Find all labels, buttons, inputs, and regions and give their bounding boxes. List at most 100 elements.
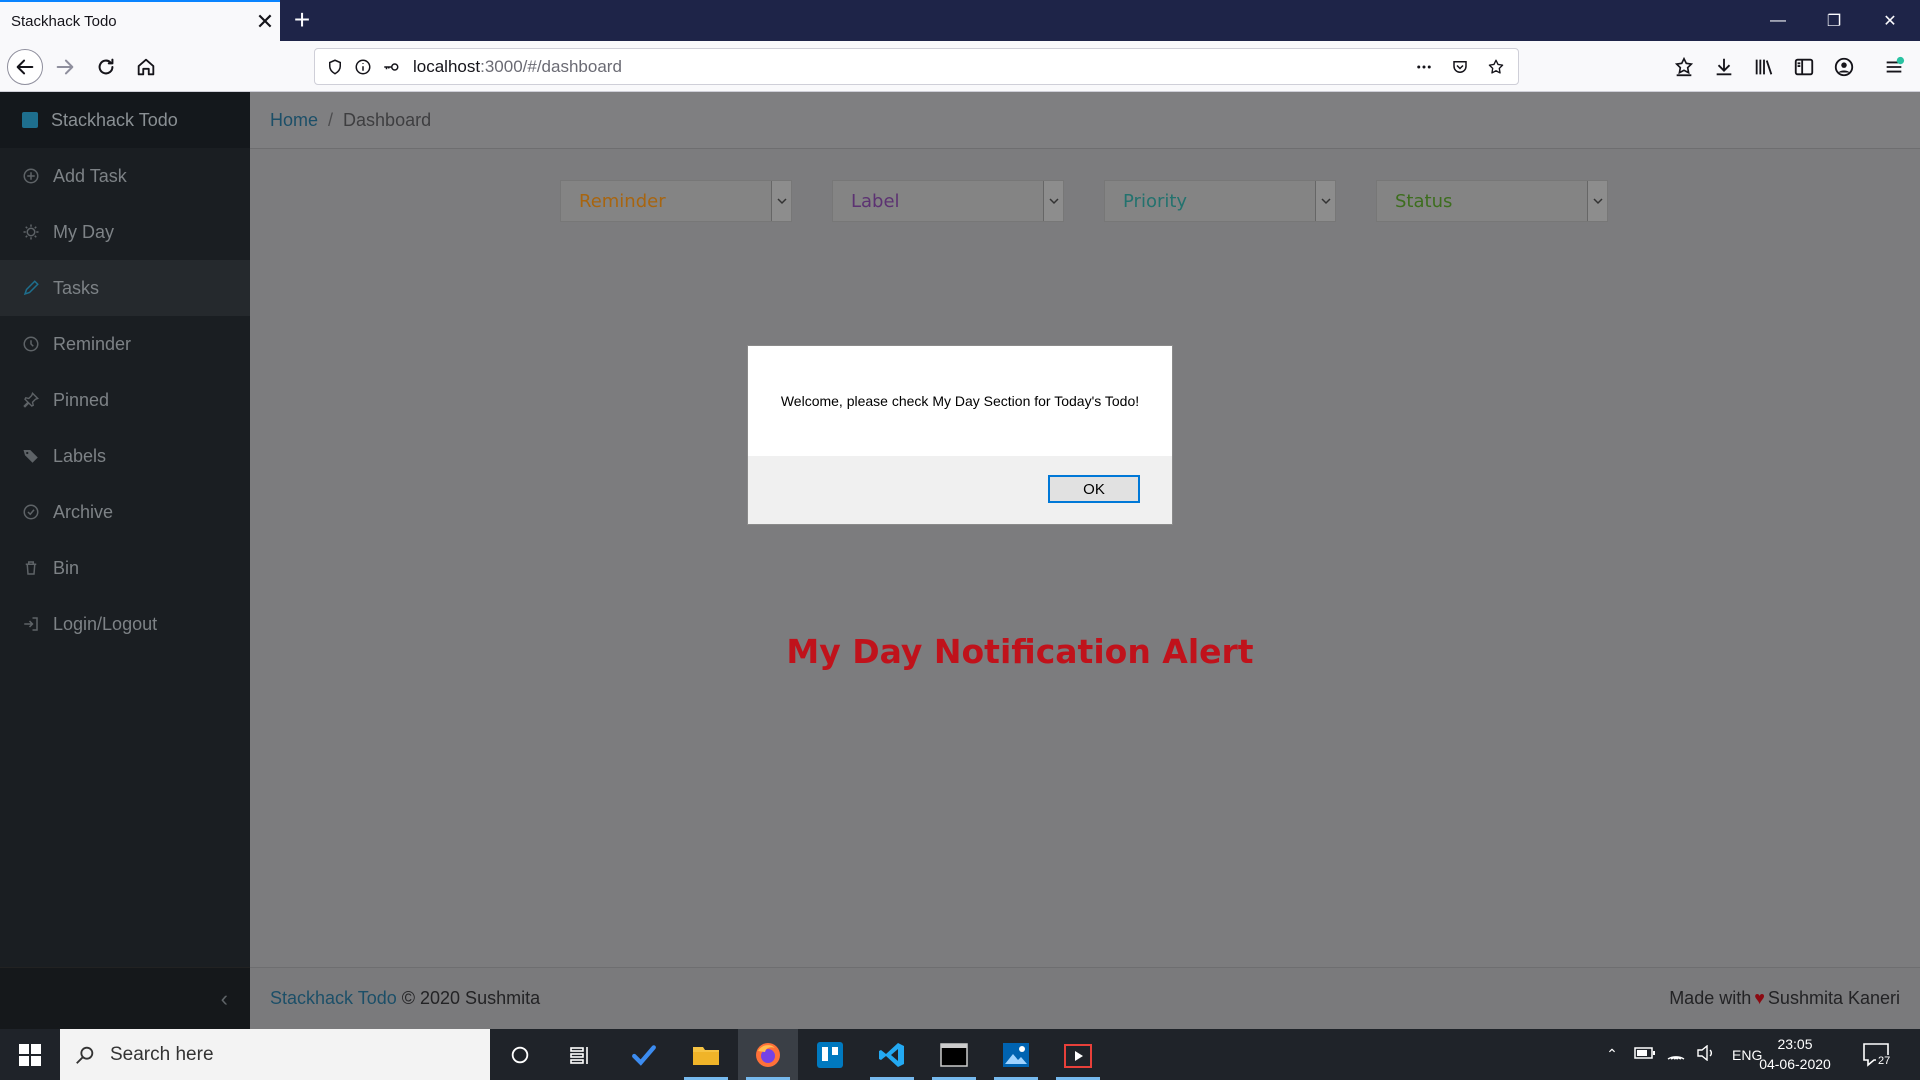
wifi-icon[interactable] (1666, 1045, 1686, 1064)
arrow-right-icon (56, 59, 74, 75)
browser-navbar: localhost:3000/#/dashboard (0, 41, 1920, 92)
todo-app-button[interactable] (614, 1029, 674, 1080)
back-button[interactable] (7, 49, 43, 85)
sidebar-item-label: Login/Logout (53, 613, 158, 634)
sidebar-toggle-icon[interactable] (1790, 53, 1818, 81)
downloads-icon[interactable] (1710, 53, 1738, 81)
sidebar-item-label: Bin (53, 557, 80, 578)
info-icon[interactable] (349, 48, 377, 85)
clock-time: 23:05 (1777, 1036, 1813, 1052)
system-tray: ⌃ ENG (1600, 1029, 1762, 1080)
url-text[interactable]: localhost:3000/#/dashboard (413, 57, 1406, 77)
task-view-button[interactable] (550, 1029, 610, 1080)
filter-value: Priority (1123, 190, 1188, 212)
footer-credit: Made with ♥ Sushmita Kaneri (1669, 988, 1900, 1009)
folder-icon (693, 1046, 719, 1065)
more-actions-icon[interactable] (1406, 48, 1442, 85)
key-icon[interactable] (377, 48, 405, 85)
priority-filter-select[interactable]: Priority (1104, 180, 1336, 222)
url-bar[interactable]: localhost:3000/#/dashboard (314, 48, 1519, 85)
tags-icon (22, 447, 40, 465)
main-content: Home / Dashboard Reminder Label Priority… (250, 92, 1920, 1029)
search-placeholder: Search here (110, 1043, 214, 1065)
footer: Stackhack Todo © 2020 Sushmita Made with… (250, 967, 1920, 1029)
reminder-filter-select[interactable]: Reminder (560, 180, 792, 222)
taskbar-search-box[interactable]: Search here (60, 1029, 490, 1080)
brand-name: Stackhack Todo (51, 109, 178, 130)
sidebar-item-label: Archive (53, 501, 114, 522)
sidebar-item-tasks[interactable]: Tasks (0, 260, 250, 316)
app-root: Stackhack Todo Add Task My Day Tasks Rem… (0, 92, 1920, 1029)
sidebar-item-labels[interactable]: Labels (0, 428, 250, 484)
chevron-down-icon (1315, 181, 1335, 221)
start-button[interactable] (0, 1029, 60, 1080)
pocket-icon[interactable] (1442, 48, 1478, 85)
cortana-button[interactable] (490, 1029, 550, 1080)
app-menu-icon[interactable] (1880, 53, 1908, 81)
reload-button[interactable] (88, 49, 124, 85)
windows-logo-icon (19, 1043, 41, 1066)
sidebar-item-label: Labels (53, 445, 107, 466)
pin-icon (22, 391, 40, 409)
sidebar-item-pinned[interactable]: Pinned (0, 372, 250, 428)
firefox-button[interactable] (738, 1029, 798, 1080)
sidebar-item-add-task[interactable]: Add Task (0, 148, 250, 204)
check-circle-icon (22, 503, 40, 521)
close-window-button[interactable]: ✕ (1862, 0, 1918, 41)
task-view-icon (570, 1046, 588, 1064)
trello-icon (817, 1041, 843, 1068)
breadcrumb: Home / Dashboard (250, 92, 1920, 149)
restore-button[interactable]: ❐ (1806, 0, 1862, 41)
sidebar-collapse-toggle[interactable]: ‹ (0, 967, 250, 1029)
terminal-button[interactable] (924, 1029, 984, 1080)
chevron-down-icon (1587, 181, 1607, 221)
chevron-down-icon (1043, 181, 1063, 221)
checkmark-icon (632, 1044, 656, 1066)
pencil-icon (22, 279, 40, 297)
bookmarks-menu-icon[interactable] (1670, 53, 1698, 81)
footer-brand-link[interactable]: Stackhack Todo (270, 988, 397, 1009)
breadcrumb-current: Dashboard (343, 109, 432, 130)
new-tab-button[interactable]: + (287, 4, 317, 36)
photos-button[interactable] (986, 1029, 1046, 1080)
minimize-button[interactable]: — (1750, 0, 1806, 41)
bookmark-star-icon[interactable] (1478, 48, 1514, 85)
battery-icon[interactable] (1634, 1046, 1656, 1063)
forward-button[interactable] (47, 49, 83, 85)
sidebar-item-bin[interactable]: Bin (0, 540, 250, 596)
action-center-button[interactable]: 27 (1862, 1029, 1893, 1080)
filter-value: Reminder (579, 190, 666, 212)
browser-tab[interactable]: Stackhack Todo ✕ (0, 0, 280, 41)
trello-button[interactable] (800, 1029, 860, 1080)
file-explorer-button[interactable] (676, 1029, 736, 1080)
ok-button[interactable]: OK (1048, 475, 1140, 503)
sidebar-item-label: Tasks (53, 277, 100, 298)
home-button[interactable] (128, 49, 164, 85)
reload-icon (98, 58, 114, 75)
circle-icon (511, 1046, 529, 1063)
sidebar-brand[interactable]: Stackhack Todo (0, 92, 250, 148)
trash-icon (22, 559, 40, 577)
sidebar-item-reminder[interactable]: Reminder (0, 316, 250, 372)
media-player-button[interactable] (1048, 1029, 1108, 1080)
breadcrumb-home-link[interactable]: Home (270, 110, 318, 131)
shield-icon[interactable] (321, 48, 349, 85)
notification-heading: My Day Notification Alert (786, 632, 1254, 671)
status-filter-select[interactable]: Status (1376, 180, 1608, 222)
heart-icon: ♥ (1754, 988, 1765, 1008)
show-hidden-icons-icon[interactable]: ⌃ (1600, 1046, 1624, 1063)
volume-icon[interactable] (1696, 1044, 1716, 1064)
tab-title: Stackhack Todo (11, 13, 117, 30)
tab-close-icon[interactable]: ✕ (250, 9, 280, 35)
taskbar-clock[interactable]: 23:05 04-06-2020 (1755, 1034, 1835, 1074)
sidebar-item-login-logout[interactable]: Login/Logout (0, 596, 250, 652)
breadcrumb-separator: / (328, 109, 334, 130)
account-icon[interactable] (1830, 53, 1858, 81)
sidebar-item-label: Pinned (53, 389, 110, 410)
url-path: :3000/#/dashboard (480, 56, 622, 76)
vscode-button[interactable] (862, 1029, 922, 1080)
sidebar-item-archive[interactable]: Archive (0, 484, 250, 540)
sidebar-item-my-day[interactable]: My Day (0, 204, 250, 260)
library-icon[interactable] (1750, 53, 1778, 81)
label-filter-select[interactable]: Label (832, 180, 1064, 222)
